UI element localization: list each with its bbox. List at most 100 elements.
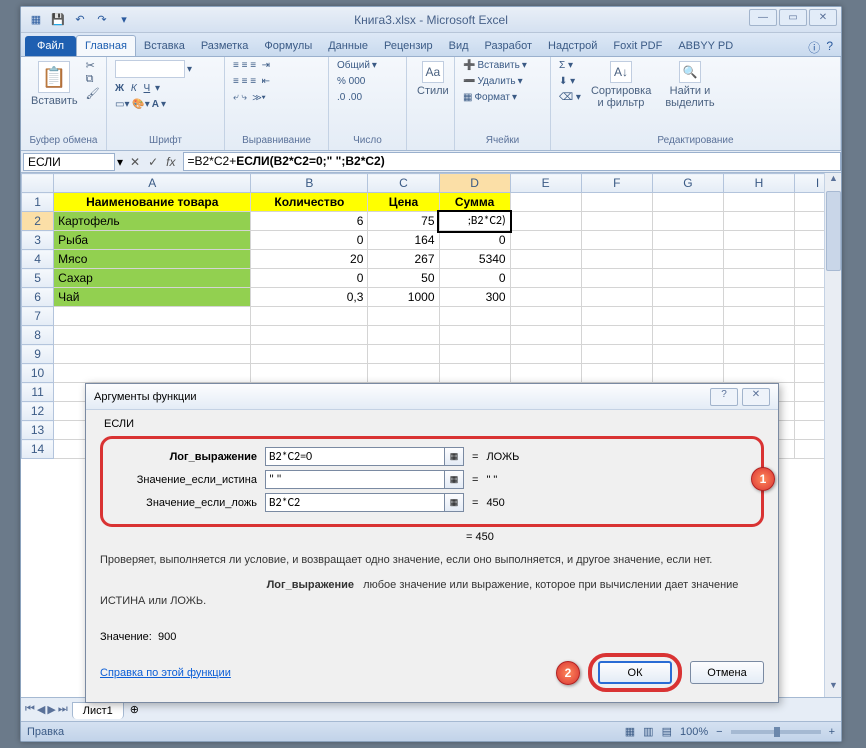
cell-B6[interactable]: 0,3: [251, 288, 368, 307]
cut-icon[interactable]: ✂: [86, 59, 100, 72]
cell-D4[interactable]: 5340: [439, 250, 510, 269]
row-header-13[interactable]: 13: [22, 421, 54, 440]
cell-C3[interactable]: 164: [368, 231, 439, 250]
tab-foxit[interactable]: Foxit PDF: [605, 36, 670, 56]
new-sheet-icon[interactable]: ⊕: [124, 703, 145, 716]
cell-C6[interactable]: 1000: [368, 288, 439, 307]
redo-icon[interactable]: ↷: [93, 11, 111, 29]
clear-button[interactable]: ⌫ ▾: [557, 91, 583, 104]
header-price[interactable]: Цена: [368, 193, 439, 212]
fx-icon[interactable]: fx: [163, 155, 178, 169]
cell-A5[interactable]: Сахар: [54, 269, 251, 288]
row-header-2[interactable]: 2: [22, 212, 54, 231]
maximize-button[interactable]: ▭: [779, 9, 807, 26]
copy-icon[interactable]: ⧉: [86, 73, 100, 86]
tab-addins[interactable]: Надстрой: [540, 36, 605, 56]
scroll-down-icon[interactable]: ▼: [825, 680, 841, 697]
cell-A2[interactable]: Картофель: [54, 212, 251, 231]
ok-button[interactable]: ОК: [598, 661, 672, 684]
zoom-out-icon[interactable]: −: [716, 726, 722, 738]
number-format-label[interactable]: Общий: [337, 60, 370, 71]
dialog-close-button[interactable]: ✕: [742, 388, 770, 406]
zoom-in-icon[interactable]: +: [829, 726, 835, 738]
cells-insert-button[interactable]: ➕ Вставить▾: [461, 59, 529, 72]
row-header-6[interactable]: 6: [22, 288, 54, 307]
tab-review[interactable]: Рецензир: [376, 36, 441, 56]
cells-delete-button[interactable]: ➖ Удалить▾: [461, 75, 529, 88]
vertical-scrollbar[interactable]: ▲ ▼: [824, 173, 841, 697]
arg3-input[interactable]: [265, 493, 445, 512]
cancel-button[interactable]: Отмена: [690, 661, 764, 684]
autosum-button[interactable]: Σ ▾: [557, 59, 583, 72]
cell-C2[interactable]: 75: [368, 212, 439, 231]
tab-insert[interactable]: Вставка: [136, 36, 193, 56]
tab-developer[interactable]: Разработ: [477, 36, 540, 56]
col-header-C[interactable]: C: [368, 174, 439, 193]
scroll-thumb[interactable]: [826, 191, 841, 271]
view-normal-icon[interactable]: ▦: [625, 725, 635, 738]
cell-A6[interactable]: Чай: [54, 288, 251, 307]
arg2-range-icon[interactable]: ▦: [444, 470, 464, 489]
dialog-help-button[interactable]: ?: [710, 388, 738, 406]
format-painter-icon[interactable]: 🖌: [86, 87, 100, 100]
tab-home[interactable]: Главная: [76, 35, 136, 56]
row-header-11[interactable]: 11: [22, 383, 54, 402]
view-layout-icon[interactable]: ▥: [643, 725, 653, 738]
name-box[interactable]: ЕСЛИ: [23, 153, 115, 171]
cell-B3[interactable]: 0: [251, 231, 368, 250]
row-header-9[interactable]: 9: [22, 345, 54, 364]
col-header-H[interactable]: H: [723, 174, 794, 193]
col-header-F[interactable]: F: [581, 174, 652, 193]
row-header-1[interactable]: 1: [22, 193, 54, 212]
col-header-G[interactable]: G: [652, 174, 723, 193]
row-header-7[interactable]: 7: [22, 307, 54, 326]
find-select-button[interactable]: 🔍 Найти и выделить: [659, 59, 721, 111]
arg1-range-icon[interactable]: ▦: [444, 447, 464, 466]
row-header-3[interactable]: 3: [22, 231, 54, 250]
col-header-A[interactable]: A: [54, 174, 251, 193]
tab-data[interactable]: Данные: [320, 36, 376, 56]
minimize-ribbon-icon[interactable]: ⓘ: [808, 39, 820, 56]
formula-input[interactable]: =B2*C2+ЕСЛИ(B2*C2=0;" ";B2*C2): [183, 152, 842, 171]
cell-C5[interactable]: 50: [368, 269, 439, 288]
sheet-nav-first-icon[interactable]: ⏮: [25, 703, 35, 716]
save-icon[interactable]: 💾: [49, 11, 67, 29]
row-header-12[interactable]: 12: [22, 402, 54, 421]
row-header-5[interactable]: 5: [22, 269, 54, 288]
cell-D5[interactable]: 0: [439, 269, 510, 288]
col-header-D[interactable]: D: [439, 174, 510, 193]
undo-icon[interactable]: ↶: [71, 11, 89, 29]
cell-D3[interactable]: 0: [439, 231, 510, 250]
help-icon[interactable]: ?: [826, 39, 833, 56]
cell-C4[interactable]: 267: [368, 250, 439, 269]
select-all-corner[interactable]: [22, 174, 54, 193]
paste-button[interactable]: 📋 Вставить: [27, 59, 82, 109]
tab-layout[interactable]: Разметка: [193, 36, 257, 56]
header-name[interactable]: Наименование товара: [54, 193, 251, 212]
dialog-titlebar[interactable]: Аргументы функции ? ✕: [86, 384, 778, 410]
styles-button[interactable]: Aа Стили: [413, 59, 453, 99]
tab-abbyy[interactable]: ABBYY PD: [670, 36, 741, 56]
col-header-B[interactable]: B: [251, 174, 368, 193]
close-button[interactable]: ✕: [809, 9, 837, 26]
cell-B5[interactable]: 0: [251, 269, 368, 288]
row-header-10[interactable]: 10: [22, 364, 54, 383]
row-header-14[interactable]: 14: [22, 440, 54, 459]
tab-view[interactable]: Вид: [441, 36, 477, 56]
cell-B4[interactable]: 20: [251, 250, 368, 269]
arg3-range-icon[interactable]: ▦: [444, 493, 464, 512]
header-qty[interactable]: Количество: [251, 193, 368, 212]
row-header-4[interactable]: 4: [22, 250, 54, 269]
sort-filter-button[interactable]: A↓ Сортировка и фильтр: [587, 59, 655, 111]
zoom-slider[interactable]: [731, 730, 821, 734]
cell-A3[interactable]: Рыба: [54, 231, 251, 250]
arg1-input[interactable]: [265, 447, 445, 466]
scroll-up-icon[interactable]: ▲: [825, 173, 841, 190]
tab-file[interactable]: Файл: [25, 36, 76, 56]
dialog-help-link[interactable]: Справка по этой функции: [100, 667, 231, 679]
col-header-E[interactable]: E: [510, 174, 581, 193]
cell-A4[interactable]: Мясо: [54, 250, 251, 269]
header-sum[interactable]: Сумма: [439, 193, 510, 212]
sheet-nav-prev-icon[interactable]: ◀: [37, 703, 45, 716]
sheet-nav-next-icon[interactable]: ▶: [47, 703, 55, 716]
